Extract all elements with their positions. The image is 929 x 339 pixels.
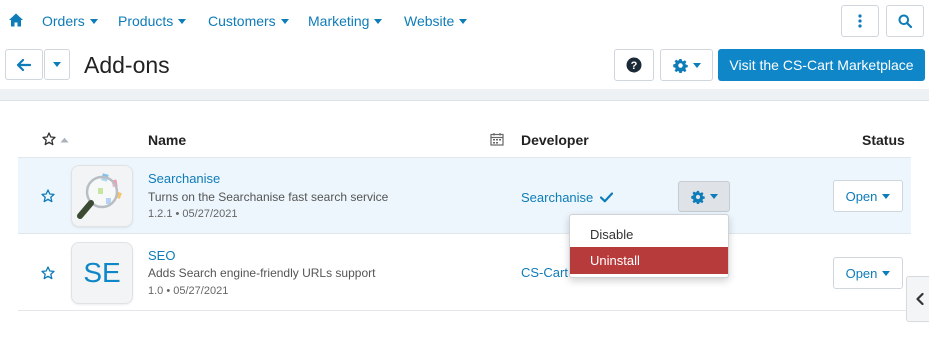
search-icon — [898, 14, 912, 28]
more-menu-button[interactable] — [841, 5, 879, 37]
gear-icon — [690, 190, 705, 204]
status-dropdown-button[interactable]: Open — [833, 180, 903, 212]
chevron-down-icon — [280, 19, 289, 24]
developer-link[interactable]: CS-Cart — [521, 265, 568, 280]
sort-ascending-icon[interactable] — [60, 137, 69, 143]
nav-orders-label: Orders — [42, 13, 85, 29]
nav-website-label: Website — [404, 13, 455, 29]
chevron-left-icon — [916, 293, 924, 305]
chevron-down-icon — [882, 270, 891, 276]
header-name[interactable]: Name — [148, 132, 186, 148]
home-icon[interactable] — [8, 12, 24, 28]
addon-version-date: 1.2.1 • 05/27/2021 — [148, 208, 238, 220]
addon-description: Adds Search engine-friendly URLs support — [148, 266, 376, 280]
status-label: Open — [845, 265, 878, 281]
help-button[interactable]: ? — [614, 49, 654, 81]
chevron-down-icon — [374, 19, 383, 24]
chevron-down-icon — [692, 62, 701, 68]
developer-name: Searchanise — [521, 190, 594, 205]
addon-version-date: 1.0 • 05/27/2021 — [148, 285, 229, 297]
status-label: Open — [845, 188, 878, 204]
status-dropdown-button[interactable]: Open — [833, 257, 903, 289]
visit-marketplace-button[interactable]: Visit the CS-Cart Marketplace — [718, 49, 925, 81]
gear-icon — [672, 58, 688, 73]
chevron-down-icon — [178, 19, 187, 24]
star-icon[interactable] — [41, 189, 55, 203]
history-dropdown-button[interactable] — [44, 49, 70, 80]
magnifier-icon — [77, 173, 122, 219]
nav-orders[interactable]: Orders — [42, 13, 98, 29]
question-circle-icon: ? — [626, 57, 642, 73]
chevron-down-icon — [53, 62, 61, 67]
nav-customers-label: Customers — [208, 13, 276, 29]
chevron-down-icon — [459, 19, 468, 24]
star-sort-icon[interactable] — [42, 132, 56, 146]
developer-link[interactable]: Searchanise — [521, 190, 614, 205]
addon-name-link[interactable]: SEO — [148, 248, 175, 263]
arrow-left-icon — [17, 58, 31, 71]
nav-products-label: Products — [118, 13, 174, 29]
more-vertical-icon — [858, 14, 862, 28]
header-developer[interactable]: Developer — [521, 132, 589, 148]
seo-logo: SE — [71, 242, 133, 304]
svg-text:?: ? — [631, 60, 638, 72]
nav-website[interactable]: Website — [404, 13, 468, 29]
table-row: Searchanise Turns on the Searchanise fas… — [18, 157, 911, 234]
back-button[interactable] — [5, 49, 43, 80]
menu-item-disable[interactable]: Disable — [570, 221, 728, 248]
search-button[interactable] — [886, 5, 924, 37]
chevron-down-icon — [709, 194, 718, 199]
nav-products[interactable]: Products — [118, 13, 187, 29]
table-row: SE SEO Adds Search engine-friendly URLs … — [18, 234, 911, 311]
chevron-down-icon — [882, 193, 891, 199]
calendar-icon[interactable] — [490, 132, 504, 146]
addon-actions-menu: Disable Uninstall — [569, 214, 729, 278]
sidebar-toggle-button[interactable] — [906, 276, 929, 322]
nav-marketing-label: Marketing — [308, 13, 370, 29]
toolbar-separator — [0, 89, 929, 101]
chevron-down-icon — [89, 19, 98, 24]
addon-actions-button[interactable] — [678, 181, 730, 212]
nav-marketing[interactable]: Marketing — [308, 13, 383, 29]
header-status: Status — [862, 132, 905, 148]
checkmark-icon — [599, 192, 614, 203]
searchanise-logo — [71, 165, 133, 227]
star-icon[interactable] — [41, 266, 55, 280]
addon-description: Turns on the Searchanise fast search ser… — [148, 190, 389, 204]
page-title: Add-ons — [84, 52, 170, 78]
settings-dropdown-button[interactable] — [660, 49, 713, 81]
top-navigation: Orders Products Customers Marketing Webs… — [0, 0, 929, 42]
nav-customers[interactable]: Customers — [208, 13, 289, 29]
addon-name-link[interactable]: Searchanise — [148, 171, 220, 186]
seo-logo-text: SE — [83, 257, 121, 288]
menu-item-uninstall[interactable]: Uninstall — [570, 247, 728, 274]
